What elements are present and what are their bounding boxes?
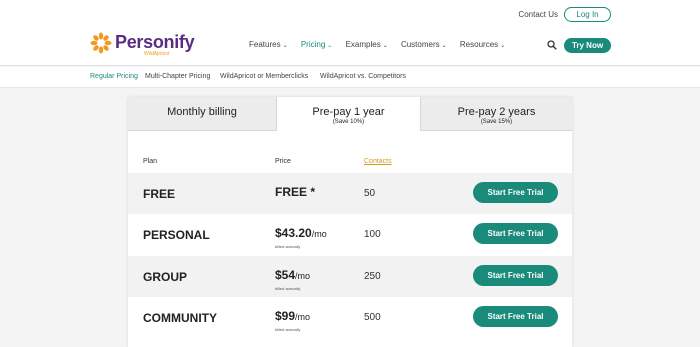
nav-item-features[interactable]: Features ⌄ (249, 40, 288, 49)
column-header-price: Price (275, 158, 291, 165)
pricing-subnav: Regular Pricing Multi-Chapter Pricing Wi… (0, 67, 700, 88)
plan-contacts: 50 (364, 188, 376, 199)
nav-label: Pricing (300, 40, 326, 49)
nav-label: Customers (400, 40, 440, 49)
chevron-down-icon: ⌄ (441, 43, 447, 49)
main-nav: Features ⌄ Pricing ⌄ Examples ⌄ Customers ⌄ … (249, 40, 516, 49)
subnav-wildapricot-or-memberclicks[interactable]: WildApricot or Memberclicks (220, 73, 308, 80)
pricing-table: Monthly billing Pre-pay 1 year (Save 10%… (128, 97, 572, 347)
nav-label: Resources (459, 40, 499, 49)
tab-prepay-1-year[interactable]: Pre-pay 1 year (Save 10%) (276, 97, 421, 131)
plan-name: GROUP (143, 270, 188, 284)
search-icon[interactable] (547, 40, 557, 50)
price-amount: FREE * (275, 185, 316, 199)
tab-savings: (Save 15%) (480, 119, 513, 125)
price-period: /mo (295, 271, 311, 281)
billing-tabs: Monthly billing Pre-pay 1 year (Save 10%… (128, 97, 572, 131)
plan-contacts: 100 (364, 229, 381, 240)
billing-note: billed annually (275, 244, 301, 249)
start-free-trial-button[interactable]: Start Free Trial (473, 306, 558, 327)
plan-name: COMMUNITY (143, 311, 217, 325)
subnav-wildapricot-vs-competitors[interactable]: WildApricot vs. Competitors (320, 73, 406, 80)
start-free-trial-button[interactable]: Start Free Trial (473, 265, 558, 286)
start-free-trial-button[interactable]: Start Free Trial (473, 223, 558, 244)
billing-note: billed annually (275, 327, 301, 332)
table-row: GROUP $54/mo billed annually 250 Start F… (128, 256, 572, 297)
logo-text: Personify (115, 32, 195, 52)
subnav-regular-pricing[interactable]: Regular Pricing (90, 73, 138, 80)
price-period: /mo (295, 312, 311, 322)
tab-label: Pre-pay 1 year (312, 106, 385, 118)
tab-monthly-billing[interactable]: Monthly billing (128, 97, 276, 131)
chevron-down-icon: ⌄ (382, 43, 388, 49)
plan-name: PERSONAL (143, 228, 210, 242)
column-header-plan: Plan (143, 158, 158, 165)
nav-item-pricing[interactable]: Pricing ⌄ (301, 40, 332, 49)
plan-contacts: 250 (364, 271, 381, 282)
column-header-contacts[interactable]: Contacts (364, 158, 392, 165)
chevron-down-icon: ⌄ (500, 43, 506, 49)
tab-label: Monthly billing (167, 106, 237, 118)
price-amount: $43.20 (275, 226, 312, 240)
nav-item-customers[interactable]: Customers ⌄ (401, 40, 447, 49)
start-free-trial-button[interactable]: Start Free Trial (473, 182, 558, 203)
site-header: Contact Us Log In Personify WildApricot … (0, 0, 700, 66)
nav-item-examples[interactable]: Examples ⌄ (346, 40, 388, 49)
table-row: COMMUNITY $99/mo billed annually 500 Sta… (128, 297, 572, 338)
plan-contacts: 500 (364, 312, 381, 323)
login-button[interactable]: Log In (564, 7, 611, 22)
tab-savings: (Save 10%) (332, 119, 365, 125)
plan-price: $99/mo (275, 309, 310, 323)
try-now-button[interactable]: Try Now (564, 38, 611, 53)
logo-subtext: WildApricot (144, 51, 170, 57)
contact-us-link[interactable]: Contact Us (518, 10, 558, 19)
table-row: FREE FREE * 50 Start Free Trial (128, 173, 572, 214)
plan-price: $43.20/mo (275, 226, 327, 240)
nav-item-resources[interactable]: Resources ⌄ (460, 40, 505, 49)
subnav-multi-chapter-pricing[interactable]: Multi-Chapter Pricing (145, 73, 210, 80)
price-amount: $99 (275, 309, 296, 323)
chevron-down-icon: ⌄ (282, 43, 288, 49)
tab-prepay-2-years[interactable]: Pre-pay 2 years (Save 15%) (421, 97, 572, 131)
plan-name: FREE (143, 187, 176, 201)
plan-price: FREE * (275, 185, 315, 199)
chevron-down-icon: ⌄ (327, 43, 333, 49)
table-row: PERSONAL $43.20/mo billed annually 100 S… (128, 214, 572, 255)
tab-label: Pre-pay 2 years (457, 106, 536, 118)
nav-label: Features (249, 40, 281, 49)
price-period: /mo (311, 229, 327, 239)
logo-flower-icon (90, 32, 112, 54)
price-amount: $54 (275, 268, 296, 282)
nav-label: Examples (345, 40, 381, 49)
billing-note: billed annually (275, 286, 301, 291)
plan-price: $54/mo (275, 268, 310, 282)
